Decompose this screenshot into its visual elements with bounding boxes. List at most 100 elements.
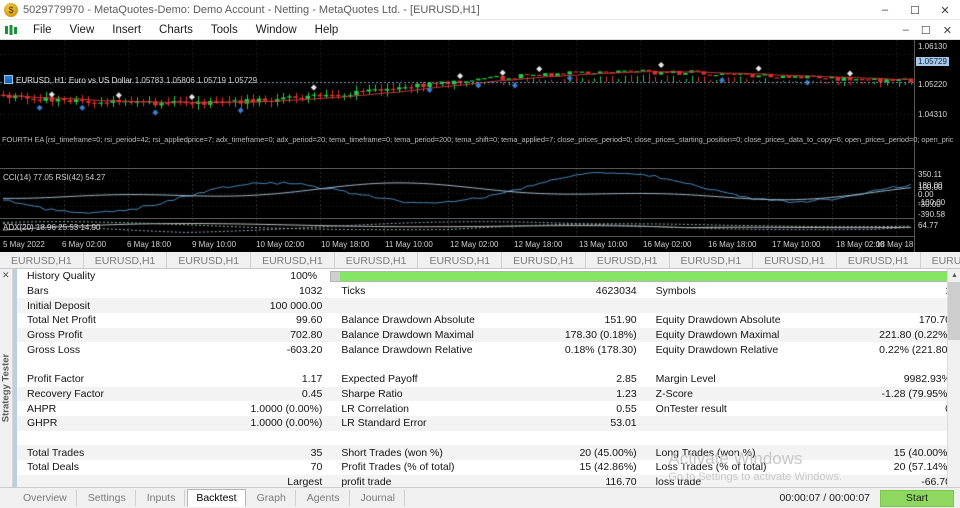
result-cell: Recovery Factor 0.45 bbox=[17, 388, 331, 400]
tab-agents[interactable]: Agents bbox=[298, 490, 350, 506]
menu-item-file[interactable]: File bbox=[24, 22, 61, 38]
result-cell: Expected Payoff 2.85 bbox=[331, 373, 645, 385]
result-value: 20 (45.00%) bbox=[579, 446, 637, 459]
chart-tab-strip[interactable]: EURUSD,H1 EURUSD,H1 EURUSD,H1 EURUSD,H1 EURU… bbox=[0, 252, 960, 269]
cci-rsi-legend: CCI(14) 77.05 RSI(42) 54.27 bbox=[3, 173, 106, 182]
time-tick: 12 May 18:00 bbox=[514, 240, 563, 249]
menu-item-insert[interactable]: Insert bbox=[103, 22, 150, 38]
result-label: Balance Drawdown Maximal bbox=[341, 329, 474, 342]
result-value: 20 (57.14%) bbox=[893, 461, 951, 474]
time-tick: 10 May 18:00 bbox=[321, 240, 370, 249]
result-cell: Symbols1 bbox=[646, 285, 960, 297]
title-bar: $ 5029779970 - MetaQuotes-Demo: Demo Acc… bbox=[0, 0, 960, 20]
menu-item-window[interactable]: Window bbox=[247, 22, 306, 38]
mdi-minimize-button[interactable]: – bbox=[897, 24, 915, 36]
tester-tabs[interactable]: Overview Settings Inputs Backtest Graph Agent… bbox=[13, 489, 406, 507]
chart-symbol-legend: EURUSD, H1: Euro vs US Dollar 1.05783 1.… bbox=[4, 75, 257, 85]
menu-item-view[interactable]: View bbox=[61, 22, 104, 38]
table-row[interactable]: Profit Factor 1.17 Expected Payoff 2.85 Marg… bbox=[17, 372, 960, 387]
chart-tab-5[interactable]: EURUSD,H1 bbox=[418, 252, 503, 268]
table-row[interactable]: Gross Loss -603.20 Balance Drawdown Relati… bbox=[17, 342, 960, 357]
result-value: 0.55 bbox=[616, 402, 637, 415]
table-row[interactable]: Initial Deposit 100 000.00 bbox=[17, 298, 960, 314]
chart-area[interactable]: EURUSD, H1: Euro vs US Dollar 1.05783 1.… bbox=[0, 40, 960, 252]
result-label: History Quality bbox=[27, 270, 96, 283]
result-value: -603.20 bbox=[286, 343, 323, 356]
result-label: Equity Drawdown Absolute bbox=[655, 314, 781, 327]
time-axis: 5 May 2022 6 May 02:00 6 May 18:00 9 May… bbox=[0, 236, 924, 252]
table-row[interactable]: Recovery Factor 0.45 Sharpe Ratio 1.23 Z-Sco… bbox=[17, 386, 960, 402]
chart-tab-6[interactable]: EURUSD,H1 bbox=[502, 252, 586, 268]
chart-tab-8[interactable]: EURUSD,H1 bbox=[669, 252, 754, 268]
result-label: Bars bbox=[27, 285, 49, 298]
result-cell: Equity Drawdown Absolute 170.70 bbox=[646, 314, 960, 326]
table-row[interactable]: Bars 1032 Ticks 4623034 Symbols1 bbox=[17, 284, 960, 299]
tab-inputs[interactable]: Inputs bbox=[138, 490, 186, 506]
result-label: Balance Drawdown Relative bbox=[341, 343, 473, 356]
result-label: Gross Loss bbox=[27, 343, 81, 356]
mdi-maximize-button[interactable]: ☐ bbox=[915, 24, 937, 37]
chart-tab-10[interactable]: EURUSD,H1 bbox=[836, 252, 921, 268]
time-tick: 11 May 10:00 bbox=[385, 240, 433, 249]
chart-tab-11[interactable]: EURUSD,H1 bbox=[920, 252, 960, 268]
result-cell: LR Correlation 0.55 bbox=[331, 403, 645, 415]
result-label: Z-Score bbox=[655, 387, 693, 400]
result-label: Total Trades bbox=[27, 446, 85, 459]
table-row[interactable]: Total Net Profit 99.60 Balance Drawdown Ab… bbox=[17, 313, 960, 328]
start-button[interactable]: Start bbox=[880, 489, 954, 507]
strategy-tester-label: Strategy Tester bbox=[0, 353, 12, 423]
result-value: 35 bbox=[310, 446, 323, 459]
mdi-child-controls: – ☐ ✕ bbox=[897, 20, 958, 40]
result-value: 100 000.00 bbox=[269, 299, 323, 312]
chart-tab-1[interactable]: EURUSD,H1 bbox=[83, 252, 168, 268]
adx-legend: ADX(20) 18.96 25.53 14.90 bbox=[3, 223, 101, 232]
chart-tab-2[interactable]: EURUSD,H1 bbox=[167, 252, 252, 268]
result-cell: Balance Drawdown Maximal 178.30 (0.18%) bbox=[331, 329, 645, 341]
result-label: Short Trades (won %) bbox=[341, 446, 443, 459]
result-label: Total Net Profit bbox=[27, 314, 96, 327]
mdi-close-button[interactable]: ✕ bbox=[937, 24, 958, 37]
table-row[interactable]: GHPR 1.0000 (0.00%) LR Standard Error 53.01 bbox=[17, 415, 960, 431]
time-tick: 13 May 10:00 bbox=[579, 240, 628, 249]
tab-settings[interactable]: Settings bbox=[79, 490, 136, 506]
tab-journal[interactable]: Journal bbox=[352, 490, 405, 506]
tab-graph[interactable]: Graph bbox=[248, 490, 296, 506]
minimize-button[interactable]: – bbox=[870, 0, 900, 20]
price-chart-canvas[interactable] bbox=[0, 40, 960, 252]
scrollbar-thumb[interactable] bbox=[948, 282, 960, 340]
result-cell: Z-Score -1.28 (79.95%) bbox=[646, 388, 960, 400]
menu-item-tools[interactable]: Tools bbox=[202, 22, 247, 38]
chart-tab-0[interactable]: EURUSD,H1 bbox=[0, 252, 84, 268]
tab-backtest[interactable]: Backtest bbox=[187, 489, 246, 507]
result-label: Initial Deposit bbox=[27, 299, 91, 312]
result-label: LR Standard Error bbox=[341, 417, 427, 430]
time-tick: 9 May 10:00 bbox=[192, 240, 237, 249]
table-row[interactable]: Total Trades 35 Short Trades (won %) 20 (45… bbox=[17, 445, 960, 460]
result-value: 53.01 bbox=[610, 417, 637, 430]
chart-tab-3[interactable]: EURUSD,H1 bbox=[251, 252, 335, 268]
result-value: 0.18% (178.30) bbox=[564, 343, 637, 356]
result-value: 151.90 bbox=[604, 314, 637, 327]
chart-tab-4[interactable]: EURUSD,H1 bbox=[334, 252, 419, 268]
scroll-up-icon[interactable]: ▲ bbox=[948, 269, 960, 282]
result-label: GHPR bbox=[27, 417, 58, 430]
chart-tab-9[interactable]: EURUSD,H1 bbox=[753, 252, 837, 268]
table-row[interactable]: Gross Profit 702.80 Balance Drawdown Maxim… bbox=[17, 327, 960, 343]
menu-item-help[interactable]: Help bbox=[306, 22, 348, 38]
maximize-button[interactable]: ☐ bbox=[900, 0, 930, 20]
window-title: 5029779970 - MetaQuotes-Demo: Demo Accou… bbox=[23, 3, 480, 16]
table-row[interactable]: AHPR 1.0000 (0.00%) LR Correlation 0.55 OnTe… bbox=[17, 401, 960, 416]
close-button[interactable]: ✕ bbox=[930, 0, 960, 20]
current-price-label: 1.05729 bbox=[916, 57, 949, 66]
table-spacer-row bbox=[17, 357, 960, 372]
result-cell: Loss Trades (% of total) 20 (57.14%) bbox=[646, 461, 960, 473]
strategy-tester-panel: ✕ Strategy Tester History Quality 100% B… bbox=[0, 269, 960, 507]
table-row[interactable]: Total Deals 70 Profit Trades (% of total) 1… bbox=[17, 460, 960, 475]
price-axis[interactable]: 1.06130 1.05729 1.05220 1.04310 350.11 1… bbox=[914, 40, 960, 252]
time-tick: 12 May 02:00 bbox=[450, 240, 499, 249]
tab-overview[interactable]: Overview bbox=[14, 490, 77, 506]
results-scrollbar[interactable]: ▲ ▼ bbox=[947, 269, 960, 507]
menu-item-charts[interactable]: Charts bbox=[150, 22, 202, 38]
close-panel-icon[interactable]: ✕ bbox=[2, 270, 10, 281]
chart-tab-7[interactable]: EURUSD,H1 bbox=[585, 252, 670, 268]
